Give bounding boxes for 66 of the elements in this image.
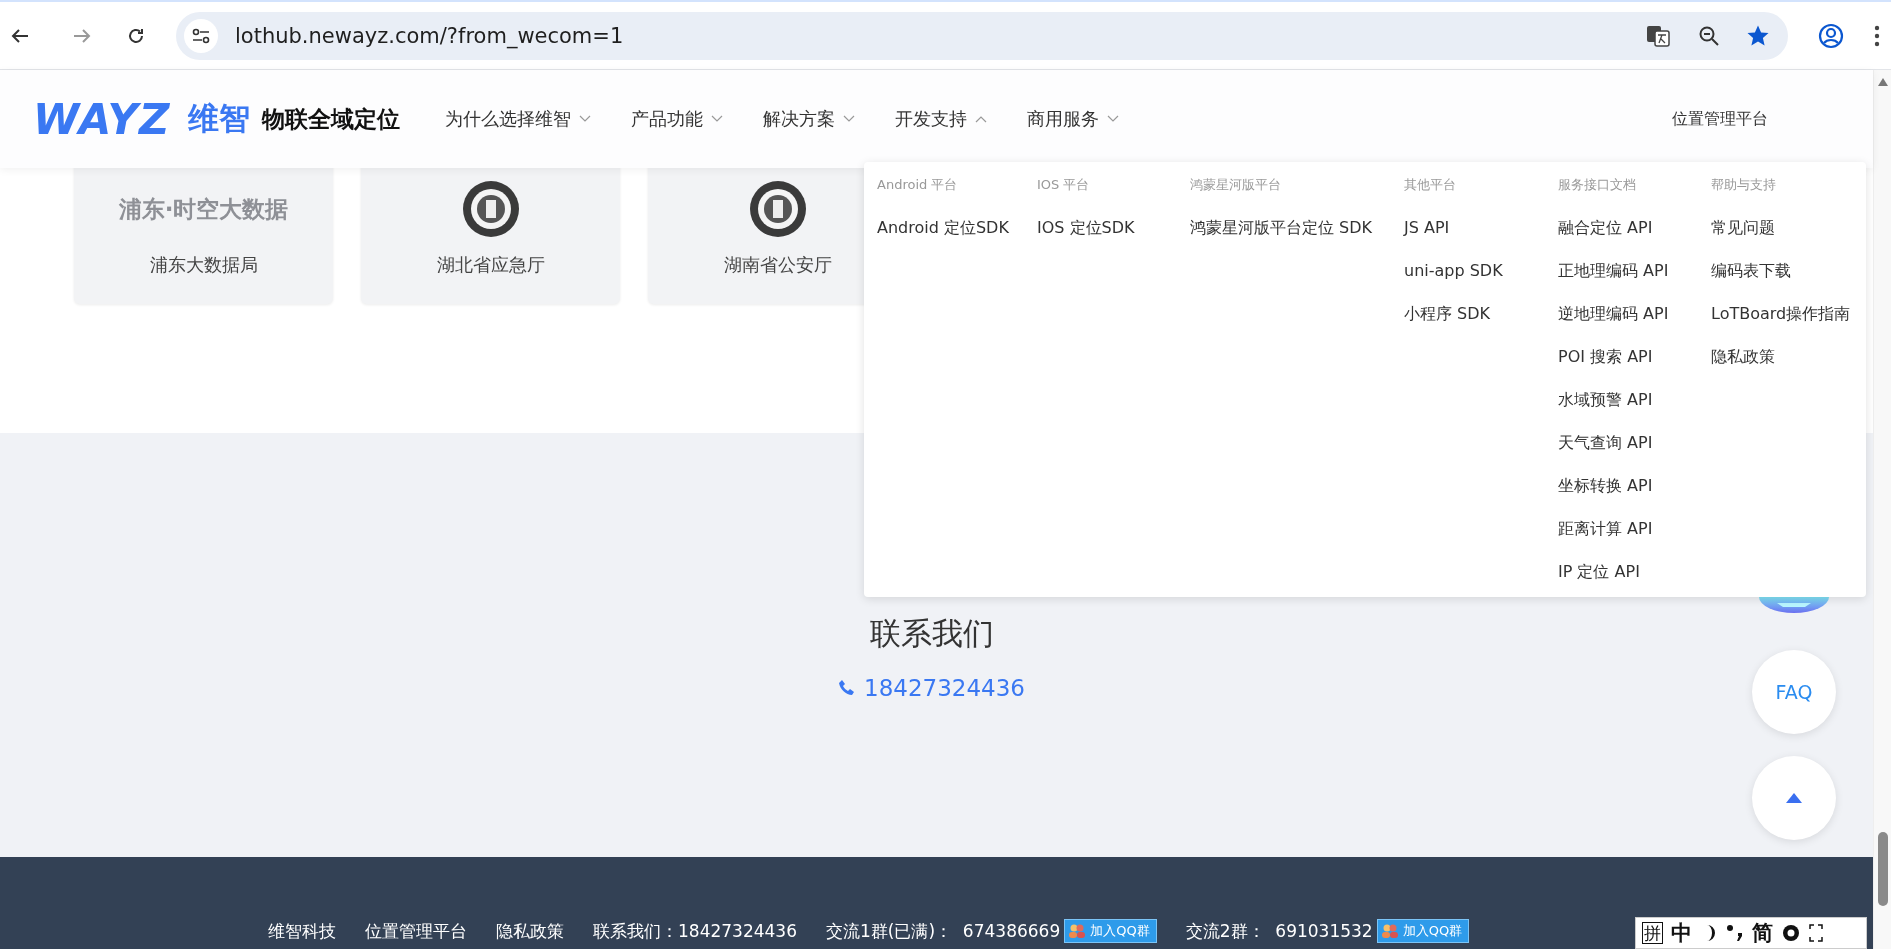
menu-link[interactable]: 天气查询 API: [1558, 433, 1653, 456]
menu-link[interactable]: 小程序 SDK: [1404, 304, 1491, 327]
zoom-out-icon[interactable]: [1698, 24, 1720, 47]
punctuation-icon[interactable]: [1726, 923, 1744, 943]
menu-link[interactable]: 融合定位 API: [1558, 218, 1653, 241]
footer-contact: 联系我们：18427324436: [593, 920, 797, 943]
ime-script[interactable]: 简: [1752, 919, 1773, 947]
menu-link[interactable]: 水域预警 API: [1558, 390, 1653, 413]
menu-link[interactable]: 距离计算 API: [1558, 519, 1653, 542]
people-icon: [1380, 923, 1399, 939]
menu-link[interactable]: 鸿蒙星河版平台定位 SDK: [1190, 218, 1373, 241]
phone-link[interactable]: 18427324436: [838, 675, 1025, 701]
nav-item[interactable]: 开发支持: [895, 107, 988, 131]
menu-link[interactable]: uni-app SDK: [1404, 261, 1503, 284]
partner-name: 湖北省应急厅: [436, 253, 545, 277]
nav-item[interactable]: 为什么选择维智: [445, 107, 592, 131]
partner-logo: 浦东·时空大数据: [118, 194, 289, 224]
menu-link[interactable]: 逆地理编码 API: [1558, 304, 1669, 327]
column-title: 其他平台: [1404, 176, 1456, 194]
expand-icon[interactable]: [1809, 924, 1823, 942]
column-title: 鸿蒙星河版平台: [1190, 176, 1281, 194]
footer-group-text: 交流2群： 691031532: [1185, 919, 1373, 943]
logo-wordmark[interactable]: WAYZ: [33, 94, 171, 144]
nav-item[interactable]: 商用服务: [1027, 107, 1120, 131]
logo-brand[interactable]: 维智: [188, 98, 251, 140]
menu-link[interactable]: 正地理编码 API: [1558, 261, 1669, 284]
footer-link[interactable]: 维智科技: [268, 920, 336, 943]
ime-mode[interactable]: 拼: [1642, 922, 1663, 944]
site-settings-button[interactable]: [184, 18, 218, 53]
menu-icon[interactable]: [1874, 24, 1880, 47]
translate-icon[interactable]: [1646, 23, 1670, 48]
logo-slogan: 物联全域定位: [262, 104, 401, 134]
column-title: 帮助与支持: [1711, 176, 1776, 194]
menu-link[interactable]: 常见问题: [1711, 218, 1775, 241]
nav-link[interactable]: 位置管理平台: [1672, 108, 1768, 130]
scrollbar[interactable]: [1873, 70, 1891, 949]
nav-item[interactable]: 产品功能: [631, 107, 724, 131]
menu-link[interactable]: IP 定位 API: [1558, 562, 1640, 585]
menu-link[interactable]: POI 搜索 API: [1558, 347, 1653, 370]
menu-link[interactable]: IOS 定位SDK: [1037, 218, 1135, 241]
partner-name: 浦东大数据局: [149, 253, 258, 277]
contact-title: 联系我们: [869, 614, 994, 653]
menu-link[interactable]: LoTBoard操作指南: [1711, 304, 1851, 327]
partner-name: 湖南省公安厅: [723, 253, 832, 277]
triangle-up-icon: [1785, 792, 1803, 804]
profile-icon[interactable]: [1818, 22, 1844, 49]
menu-link[interactable]: 隐私政策: [1711, 347, 1775, 370]
emblem-icon: [461, 180, 520, 238]
menu-link[interactable]: 编码表下载: [1711, 261, 1791, 284]
people-icon: [1068, 923, 1087, 939]
column-title: Android 平台: [877, 176, 958, 194]
menu-link[interactable]: Android 定位SDK: [877, 218, 1009, 241]
column-title: IOS 平台: [1037, 176, 1090, 194]
phone-icon: [838, 679, 856, 697]
scroll-up-icon[interactable]: [1878, 78, 1888, 86]
nav-item[interactable]: 解决方案: [763, 107, 856, 131]
column-title: 服务接口文档: [1558, 176, 1636, 194]
footer-link[interactable]: 隐私政策: [496, 920, 564, 943]
ime-language[interactable]: 中: [1671, 919, 1692, 947]
menu-link[interactable]: 坐标转换 API: [1558, 476, 1653, 499]
sliders-icon: [192, 27, 210, 44]
emblem-icon: [748, 180, 807, 238]
footer-link[interactable]: 位置管理平台: [365, 920, 467, 943]
menu-link[interactable]: JS API: [1404, 218, 1450, 241]
scroll-thumb[interactable]: [1878, 832, 1888, 906]
footer-group-text: 交流1群(已满)： 674386669: [826, 919, 1061, 943]
